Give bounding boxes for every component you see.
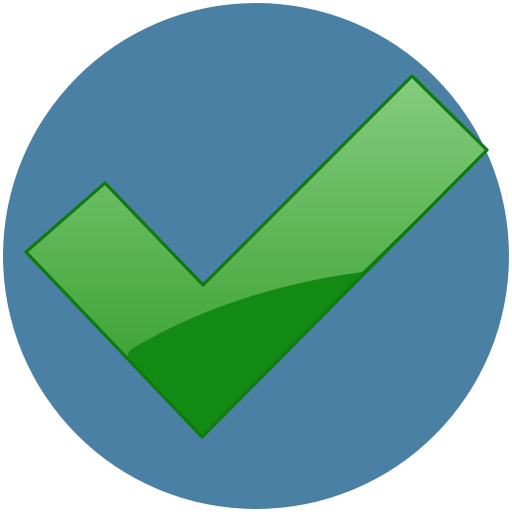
icon-canvas [0,0,512,512]
checkmark-icon [3,3,509,509]
